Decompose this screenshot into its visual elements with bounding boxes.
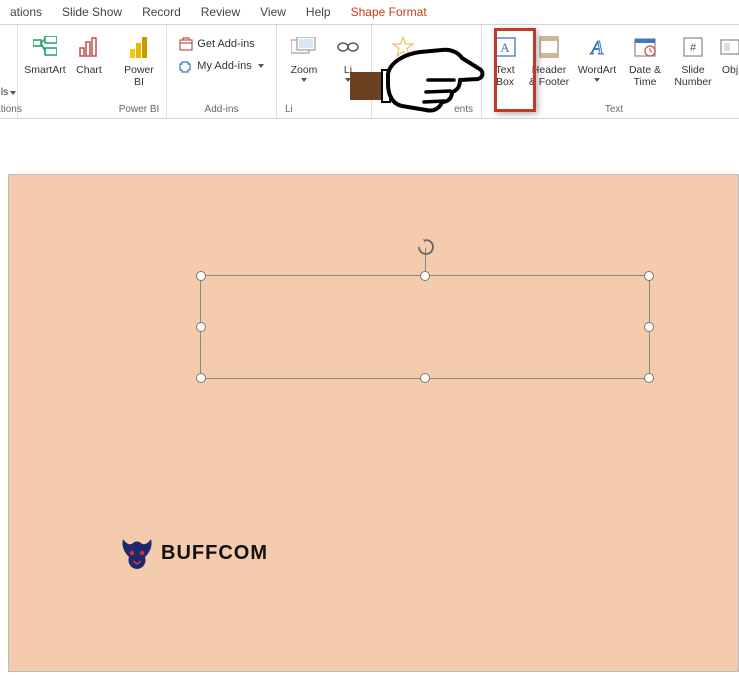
ribbon: ls ations SmartArt [0, 24, 739, 119]
smartart-button[interactable]: SmartArt [22, 29, 68, 76]
slide-number-label: Slide Number [674, 64, 711, 88]
star-icon [392, 33, 414, 61]
caret-down-icon [10, 91, 16, 95]
resize-handle[interactable] [420, 373, 430, 383]
date-time-label: Date & Time [629, 64, 661, 88]
ribbon-group-text: A Text Box Header & Footer [482, 25, 739, 118]
tab-review[interactable]: Review [191, 1, 250, 23]
tabbar: ations Slide Show Record Review View Hel… [0, 0, 739, 24]
chart-icon [78, 33, 100, 61]
action-button[interactable] [380, 29, 426, 76]
header-footer-icon [539, 33, 559, 61]
group-label-addins: Add-ins [205, 104, 239, 117]
logo: BUFFCOM [119, 535, 268, 571]
tab-view[interactable]: View [250, 1, 296, 23]
resize-handle[interactable] [420, 271, 430, 281]
slide-number-icon: # [683, 33, 703, 61]
chart-button[interactable]: Chart [70, 29, 108, 76]
svg-text:#: # [690, 42, 697, 54]
ribbon-group-powerbi: Power BI Power BI [112, 25, 167, 118]
slide-number-button[interactable]: # Slide Number [670, 29, 716, 88]
powerbi-icon [129, 33, 149, 61]
wordart-label: WordArt [578, 64, 616, 82]
my-addins-label: My Add-ins [197, 60, 251, 72]
wordart-button[interactable]: A WordArt [574, 29, 620, 82]
store-icon [179, 37, 193, 51]
rotate-handle[interactable] [417, 238, 435, 259]
ribbon-group-links: Zoom Li Li [277, 25, 372, 118]
date-time-icon [634, 33, 656, 61]
group-label-text: Text [605, 104, 623, 117]
slide[interactable]: BUFFCOM [8, 174, 739, 672]
tab-record[interactable]: Record [132, 1, 191, 23]
text-box-icon: A [494, 33, 516, 61]
group-label-links: Li [281, 104, 293, 117]
smartart-label: SmartArt [24, 64, 65, 76]
ribbon-group-addins: Get Add-ins My Add-ins Add-ins [167, 25, 277, 118]
ribbon-group-partial: ls ations [0, 25, 18, 118]
logo-text: BUFFCOM [161, 542, 268, 565]
tab-slideshow[interactable]: Slide Show [52, 1, 132, 23]
header-footer-button[interactable]: Header & Footer [526, 29, 572, 88]
partial-ls-label: ls [1, 87, 8, 98]
ribbon-group-illustrations: SmartArt Chart [18, 25, 112, 118]
my-addins-button[interactable]: My Add-ins [175, 57, 267, 75]
date-time-button[interactable]: Date & Time [622, 29, 668, 88]
powerbi-label: Power BI [124, 64, 154, 88]
object-button[interactable]: Obj [718, 29, 739, 76]
get-addins-label: Get Add-ins [197, 38, 254, 50]
tab-animations[interactable]: ations [0, 1, 52, 23]
zoom-label: Zoom [291, 64, 318, 82]
resize-handle[interactable] [196, 271, 206, 281]
resize-handle[interactable] [644, 373, 654, 383]
svg-text:A: A [500, 40, 510, 55]
get-addins-button[interactable]: Get Add-ins [175, 35, 267, 53]
svg-text:A: A [589, 37, 604, 58]
powerbi-button[interactable]: Power BI [116, 29, 162, 88]
bull-icon [119, 535, 155, 571]
canvas-area: BUFFCOM [0, 119, 739, 672]
object-icon [720, 33, 739, 61]
link-icon [337, 33, 359, 61]
zoom-icon [291, 33, 317, 61]
wordart-icon: A [585, 33, 609, 61]
header-footer-label: Header & Footer [529, 64, 569, 88]
link-label: Li [344, 64, 352, 82]
resize-handle[interactable] [196, 373, 206, 383]
text-box-label: Text Box [495, 64, 514, 88]
action-label [401, 64, 404, 76]
resize-handle[interactable] [644, 271, 654, 281]
chart-label: Chart [76, 64, 102, 76]
zoom-button[interactable]: Zoom [281, 29, 327, 82]
object-label: Obj [722, 64, 738, 76]
tab-shape-format[interactable]: Shape Format [341, 1, 437, 23]
smartart-icon [33, 33, 57, 61]
addins-icon [179, 59, 193, 73]
ribbon-group-comments: ents [372, 25, 482, 118]
text-box-shape[interactable] [200, 275, 650, 379]
group-label-comments: ents [454, 104, 477, 117]
resize-handle[interactable] [644, 322, 654, 332]
group-label-powerbi: Power BI [119, 104, 160, 117]
group-label-spacer1 [64, 104, 67, 117]
link-button[interactable]: Li [329, 29, 367, 82]
text-box-button[interactable]: A Text Box [486, 29, 524, 88]
tab-help[interactable]: Help [296, 1, 341, 23]
caret-down-icon [258, 64, 264, 68]
resize-handle[interactable] [196, 322, 206, 332]
